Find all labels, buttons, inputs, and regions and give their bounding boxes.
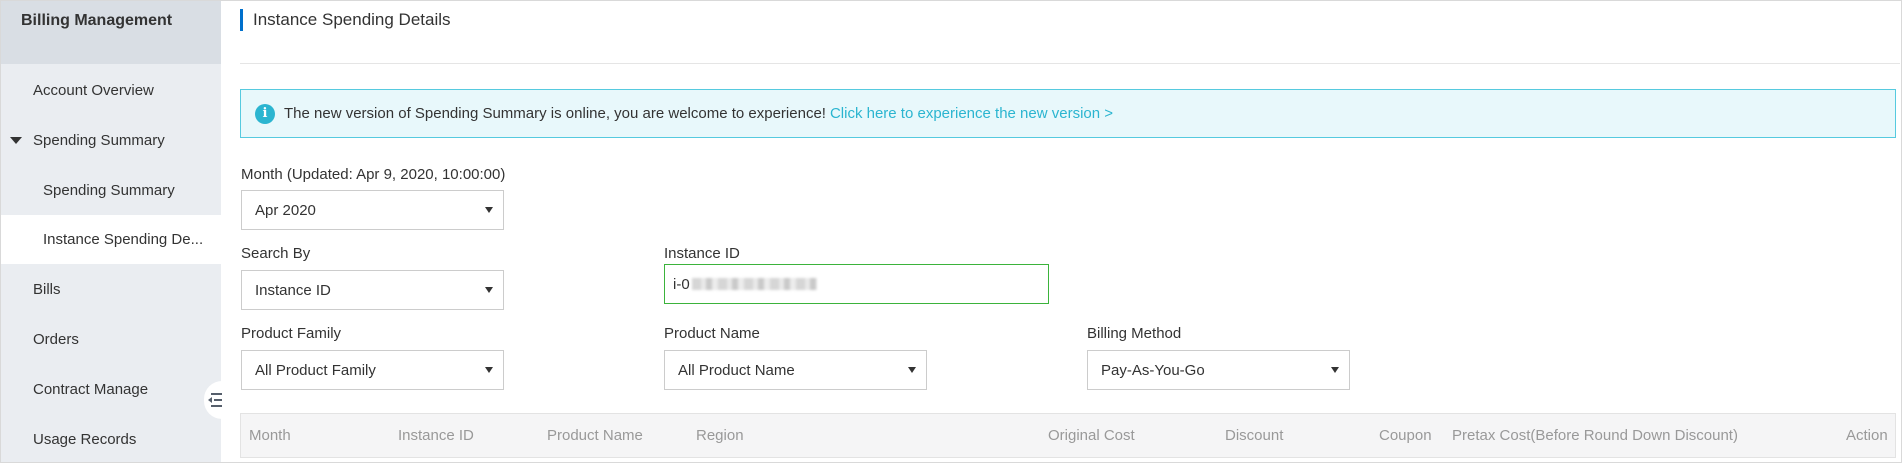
new-version-link[interactable]: Click here to experience the new version…: [830, 105, 1113, 122]
main-content: Instance Spending Details i The new vers…: [222, 1, 1900, 462]
column-header-coupon[interactable]: Coupon: [1379, 427, 1432, 444]
sidebar-item-label: Contract Manage: [33, 381, 149, 398]
column-header-month[interactable]: Month: [249, 427, 291, 444]
dropdown-arrow-icon: [485, 287, 493, 293]
product-family-select-value: All Product Family: [255, 361, 376, 379]
product-name-select-value: All Product Name: [678, 361, 795, 379]
sidebar-title: Billing Management: [1, 1, 221, 64]
column-header-product-name[interactable]: Product Name: [547, 427, 643, 444]
column-header-region[interactable]: Region: [696, 427, 744, 444]
notice-text: The new version of Spending Summary is o…: [284, 105, 826, 122]
page-title: Instance Spending Details: [240, 9, 451, 31]
column-header-discount[interactable]: Discount: [1225, 427, 1283, 444]
instance-id-input[interactable]: i-0: [664, 264, 1049, 304]
table-header: Month Instance ID Product Name Region Or…: [240, 413, 1896, 458]
billing-method-select[interactable]: Pay-As-You-Go: [1087, 350, 1350, 390]
dropdown-arrow-icon: [485, 207, 493, 213]
sidebar-item-contract-manage[interactable]: Contract Manage: [1, 365, 221, 414]
sidebar-item-orders[interactable]: Orders: [1, 315, 221, 364]
sidebar-item-usage-records[interactable]: Usage Records: [1, 415, 221, 463]
product-name-label: Product Name: [664, 325, 760, 342]
sidebar-item-label: Account Overview: [33, 82, 154, 99]
column-header-instance-id[interactable]: Instance ID: [398, 427, 474, 444]
sidebar-item-spending-summary-group[interactable]: Spending Summary: [1, 116, 221, 165]
column-header-action: Action: [1846, 427, 1888, 444]
sidebar-item-label: Orders: [33, 331, 79, 348]
sidebar-item-label: Spending Summary: [33, 132, 165, 149]
sidebar-item-label: Bills: [33, 281, 61, 298]
divider: [240, 63, 1900, 64]
instance-id-value: i-0: [673, 275, 690, 293]
search-by-select-value: Instance ID: [255, 281, 331, 299]
search-by-label: Search By: [241, 245, 311, 262]
sidebar-item-bills[interactable]: Bills: [1, 265, 221, 314]
product-name-select[interactable]: All Product Name: [664, 350, 927, 390]
column-header-original-cost[interactable]: Original Cost: [1048, 427, 1135, 444]
sidebar-item-label: Usage Records: [33, 431, 137, 448]
search-by-select[interactable]: Instance ID: [241, 270, 504, 310]
billing-method-label: Billing Method: [1087, 325, 1182, 342]
dropdown-arrow-icon: [485, 367, 493, 373]
sidebar-item-label: Instance Spending De...: [43, 231, 204, 248]
month-label: Month (Updated: Apr 9, 2020, 10:00:00): [241, 166, 506, 183]
dropdown-arrow-icon: [908, 367, 916, 373]
sidebar-item-spending-summary[interactable]: Spending Summary: [1, 166, 221, 215]
month-select[interactable]: Apr 2020: [241, 190, 504, 230]
dropdown-arrow-icon: [1331, 367, 1339, 373]
month-select-value: Apr 2020: [255, 201, 316, 219]
info-icon: i: [255, 103, 275, 124]
product-family-label: Product Family: [241, 325, 342, 342]
column-header-pretax-cost[interactable]: Pretax Cost(Before Round Down Discount): [1452, 427, 1738, 444]
sidebar-item-label: Spending Summary: [43, 182, 175, 199]
redacted-value: [691, 278, 817, 290]
collapse-menu-icon: [208, 393, 222, 407]
caret-down-icon: [10, 137, 22, 144]
billing-method-select-value: Pay-As-You-Go: [1101, 361, 1205, 379]
sidebar: Billing Management Account Overview Spen…: [1, 1, 222, 463]
sidebar-item-account-overview[interactable]: Account Overview: [1, 66, 221, 115]
product-family-select[interactable]: All Product Family: [241, 350, 504, 390]
info-notice: i The new version of Spending Summary is…: [240, 89, 1896, 138]
instance-id-label: Instance ID: [664, 245, 740, 262]
sidebar-item-instance-spending-details[interactable]: Instance Spending De...: [1, 215, 221, 264]
